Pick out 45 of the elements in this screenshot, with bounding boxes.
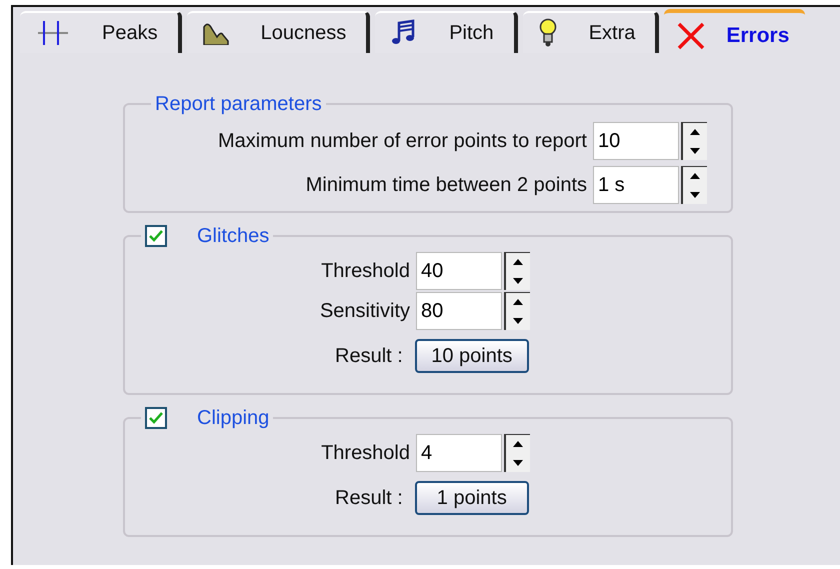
check-icon [149,230,163,242]
down-arrow-icon [513,460,523,466]
field-label: Sensitivity [320,299,410,324]
result-button[interactable]: 10 points [414,339,529,373]
spin-buttons[interactable] [504,292,530,330]
up-arrow-icon [690,129,700,136]
spin-buttons[interactable] [681,166,707,204]
number-field[interactable]: 4 [416,434,502,472]
tab[interactable]: Peaks [20,11,182,53]
field-label: Threshold [321,259,410,284]
music-notes-icon [391,19,418,47]
check-icon [149,412,163,424]
spin-buttons[interactable] [504,252,530,290]
peaks-icon [36,18,70,48]
up-arrow-icon [513,441,523,448]
group-title: Glitches [197,224,270,249]
loudness-icon [202,21,229,45]
number-field[interactable]: 1 s [593,166,679,204]
spin-buttons[interactable] [681,122,707,160]
group-title: Report parameters [154,92,323,117]
down-arrow-icon [513,278,523,284]
spin-buttons[interactable] [504,434,530,472]
down-arrow-icon [513,318,523,324]
up-arrow-icon [690,173,700,180]
light-bulb-icon [538,18,557,48]
field-label: Threshold [321,441,410,466]
tab[interactable]: Pitch [375,11,518,53]
tab[interactable]: Extra [522,11,660,53]
up-arrow-icon [513,299,523,306]
down-arrow-icon [690,192,700,198]
number-field[interactable]: 40 [416,252,502,290]
result-label: Result : [335,344,403,369]
checkbox[interactable] [145,225,167,247]
down-arrow-icon [690,148,700,154]
cross-icon [676,22,706,50]
group-title: Clipping [197,406,270,431]
field-label: Maximum number of error points to report [218,129,587,154]
number-field[interactable]: 80 [416,292,502,330]
up-arrow-icon [513,259,523,266]
result-label: Result : [335,486,403,511]
result-button[interactable]: 1 points [414,481,529,515]
field-label: Minimum time between 2 points [306,173,587,198]
checkbox[interactable] [145,407,167,429]
number-field[interactable]: 10 [593,122,679,160]
tab[interactable]: Loucness [186,11,370,53]
